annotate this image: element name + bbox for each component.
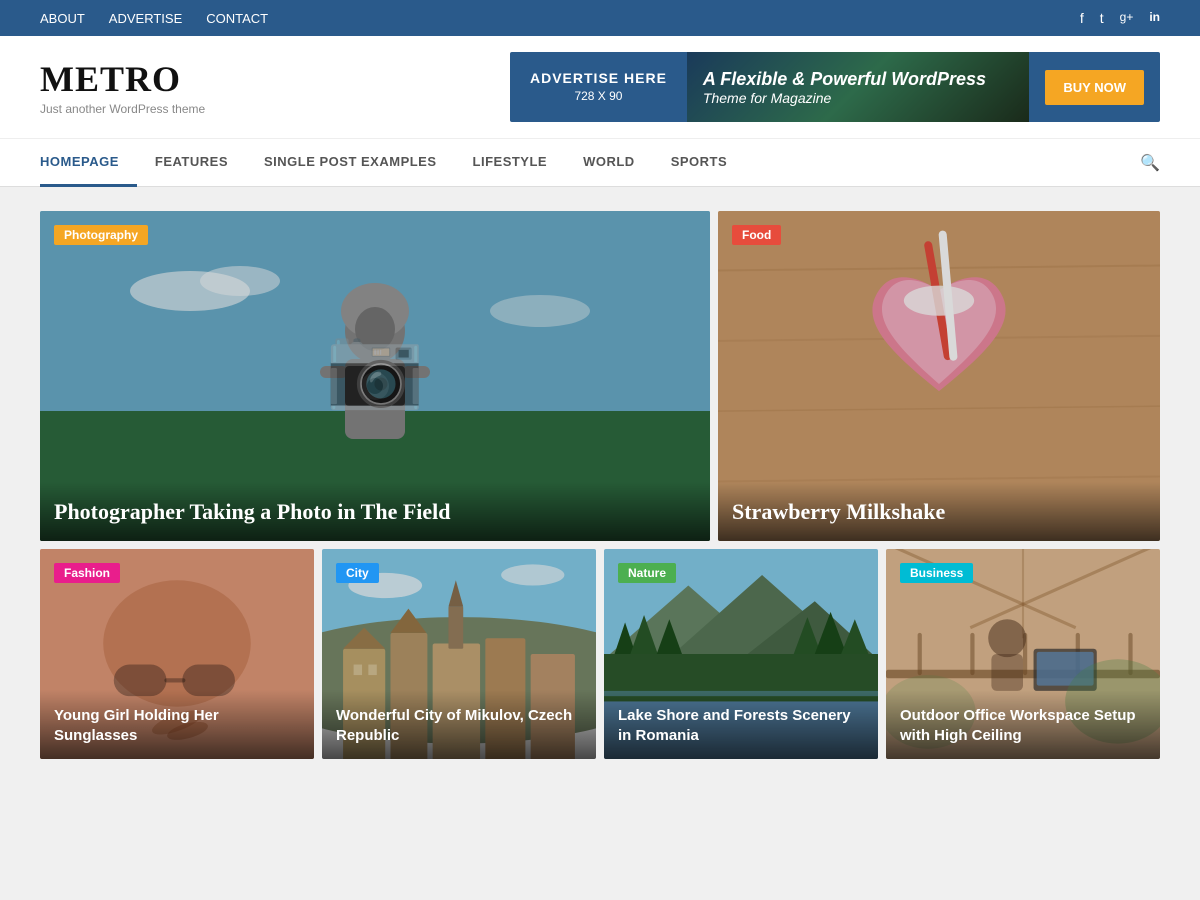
fashion-card[interactable]: Fashion Young Girl Holding Her Sunglasse… [40,549,314,759]
site-logo[interactable]: METRO [40,58,205,100]
ad-subheadline: Theme for Magazine [703,90,1013,106]
fashion-badge[interactable]: Fashion [54,563,120,583]
food-badge[interactable]: Food [732,225,781,245]
photography-badge[interactable]: Photography [54,225,148,245]
nav-world[interactable]: WORLD [565,139,653,187]
about-link[interactable]: ABOUT [40,11,85,26]
nature-card[interactable]: Nature Lake Shore and Forests Scenery in… [604,549,878,759]
business-overlay-content: Outdoor Office Workspace Setup with High… [886,690,1160,759]
ad-size: 728 X 90 [530,88,667,105]
ad-left-panel: ADVERTISE HERE 728 X 90 [510,69,687,105]
fashion-overlay-content: Young Girl Holding Her Sunglasses [40,690,314,759]
nav-single-post-examples[interactable]: SINGLE POST EXAMPLES [246,139,455,187]
top-navigation: ABOUT ADVERTISE CONTACT [40,11,268,26]
googleplus-icon[interactable]: g+ [1120,10,1134,26]
ad-right-panel: BUY NOW [1029,70,1160,105]
city-card[interactable]: City Wonderful City of Mikulov, Czech Re… [322,549,596,759]
nav-features[interactable]: FEATURES [137,139,246,187]
ad-headline: A Flexible & Powerful WordPress [703,69,1013,90]
site-header: METRO Just another WordPress theme ADVER… [0,36,1200,139]
facebook-icon[interactable]: f [1080,10,1084,26]
footer-space [0,783,1200,843]
logo-area: METRO Just another WordPress theme [40,58,205,116]
city-overlay-content: Wonderful City of Mikulov, Czech Republi… [322,690,596,759]
top-bar: ABOUT ADVERTISE CONTACT f t g+ in [0,0,1200,36]
business-badge[interactable]: Business [900,563,973,583]
main-content: Photography Photographer Taking a Photo … [40,211,1160,759]
featured-small-overlay-content: Strawberry Milkshake [718,482,1160,541]
nav-sports[interactable]: SPORTS [653,139,745,187]
nature-title: Lake Shore and Forests Scenery in Romani… [618,706,864,745]
buy-now-button[interactable]: BUY NOW [1045,70,1144,105]
nav-items: HOMEPAGE FEATURES SINGLE POST EXAMPLES L… [40,139,1140,187]
linkedin-icon[interactable]: in [1149,10,1160,26]
city-title: Wonderful City of Mikulov, Czech Republi… [336,706,582,745]
city-badge[interactable]: City [336,563,379,583]
contact-link[interactable]: CONTACT [206,11,268,26]
nature-overlay-content: Lake Shore and Forests Scenery in Romani… [604,690,878,759]
ad-title: ADVERTISE HERE [530,69,667,89]
featured-large-overlay-content: Photographer Taking a Photo in The Field [40,482,710,541]
bottom-grid: Fashion Young Girl Holding Her Sunglasse… [40,549,1160,759]
featured-small-title: Strawberry Milkshake [732,498,1146,527]
featured-grid: Photography Photographer Taking a Photo … [40,211,1160,541]
ad-banner: ADVERTISE HERE 728 X 90 A Flexible & Pow… [510,52,1160,122]
featured-small-card[interactable]: Food Strawberry Milkshake [718,211,1160,541]
search-icon[interactable]: 🔍 [1140,153,1160,173]
main-navigation: HOMEPAGE FEATURES SINGLE POST EXAMPLES L… [0,139,1200,187]
nav-lifestyle[interactable]: LIFESTYLE [455,139,566,187]
twitter-icon[interactable]: t [1100,10,1104,26]
featured-large-title: Photographer Taking a Photo in The Field [54,498,696,527]
ad-middle-panel: A Flexible & Powerful WordPress Theme fo… [687,52,1029,122]
social-icons: f t g+ in [1080,10,1160,26]
fashion-title: Young Girl Holding Her Sunglasses [54,706,300,745]
nature-badge[interactable]: Nature [618,563,676,583]
nav-homepage[interactable]: HOMEPAGE [40,139,137,187]
advertise-link[interactable]: ADVERTISE [109,11,182,26]
featured-large-card[interactable]: Photography Photographer Taking a Photo … [40,211,710,541]
site-tagline: Just another WordPress theme [40,102,205,116]
business-title: Outdoor Office Workspace Setup with High… [900,706,1146,745]
business-card[interactable]: Business Outdoor Office Workspace Setup … [886,549,1160,759]
